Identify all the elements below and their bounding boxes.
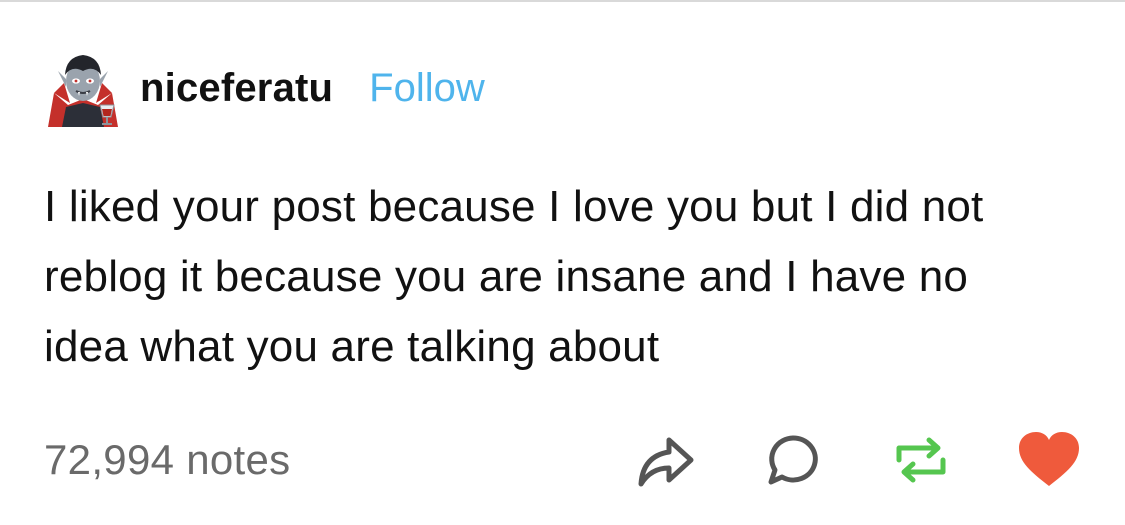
post-username[interactable]: niceferatu	[140, 66, 333, 111]
heart-icon	[1019, 432, 1079, 486]
post-footer: 72,994 notes	[44, 424, 1081, 496]
tumblr-post: niceferatu Follow I liked your post beca…	[0, 0, 1125, 525]
post-header: niceferatu Follow	[44, 48, 485, 128]
share-icon	[638, 437, 694, 487]
reblog-button[interactable]	[889, 428, 953, 492]
avatar[interactable]	[44, 49, 122, 127]
post-body-line: idea what you are talking about	[44, 322, 660, 371]
reply-icon	[768, 435, 818, 485]
follow-button[interactable]: Follow	[369, 66, 485, 111]
post-body: I liked your post because I love you but…	[44, 172, 1094, 382]
reblog-icon	[896, 437, 946, 483]
like-button[interactable]	[1017, 428, 1081, 492]
share-button[interactable]	[633, 428, 697, 492]
vampire-avatar-icon	[44, 49, 122, 127]
post-body-line: I liked your post because I love you but…	[44, 182, 984, 231]
post-actions	[633, 424, 1081, 496]
reply-button[interactable]	[761, 428, 825, 492]
notes-count[interactable]: 72,994 notes	[44, 436, 290, 484]
post-body-line: reblog it because you are insane and I h…	[44, 252, 969, 301]
